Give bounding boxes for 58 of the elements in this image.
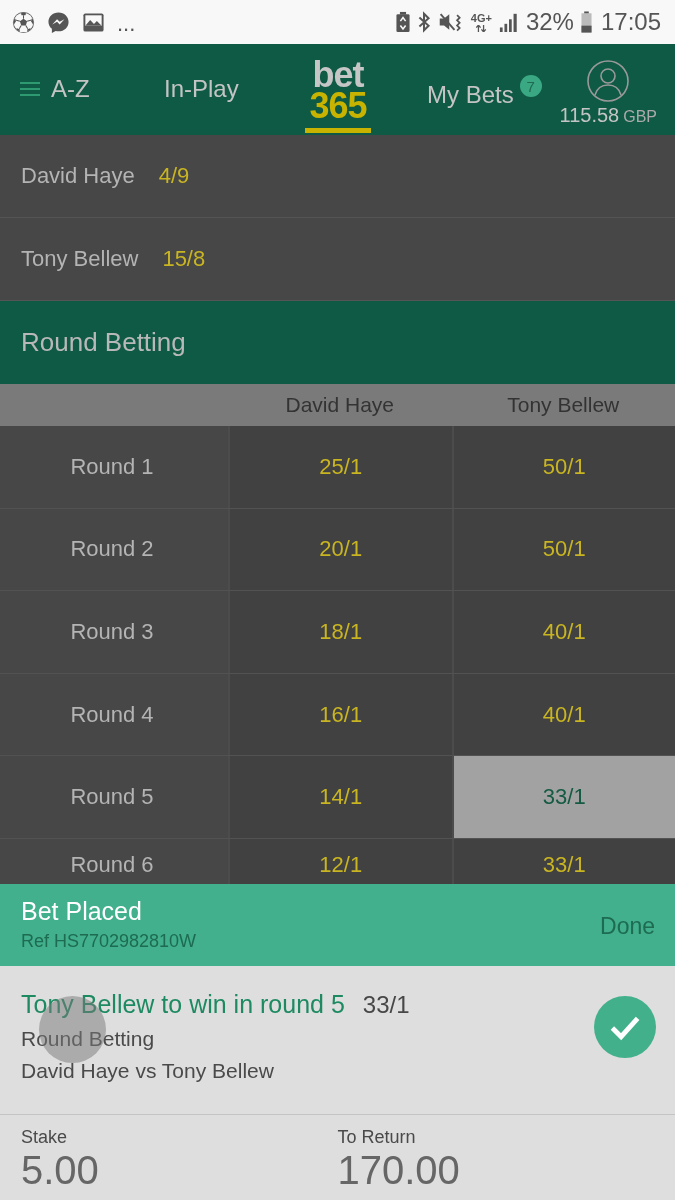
nav-link[interactable]: A-Z	[51, 75, 90, 104]
odds-price[interactable]: 15/8	[162, 246, 206, 272]
odds-cell[interactable]: 20/1	[230, 508, 452, 591]
balance-amount: 115.58	[559, 104, 620, 127]
bet365-logo[interactable]: bet 365	[305, 59, 371, 134]
battery-saver-icon	[395, 11, 410, 33]
odds-cell[interactable]: 12/1	[230, 838, 452, 884]
signal-icon	[498, 12, 519, 32]
nav-link[interactable]: My Bets	[427, 81, 514, 110]
market-text: Round Betting	[21, 1026, 155, 1051]
section-header[interactable]: Round Betting	[0, 301, 675, 384]
chat-bubble-icon	[47, 10, 70, 34]
return-label: To Return	[337, 1126, 416, 1148]
column-header: David Haye	[285, 393, 395, 417]
stake-value: 5.00	[21, 1147, 99, 1192]
stake-label: Stake	[21, 1126, 68, 1148]
odds-cell[interactable]: 25/1	[230, 426, 452, 508]
banner-title: Bet Placed	[21, 897, 142, 927]
more-notifications: ...	[117, 10, 136, 35]
image-icon	[82, 10, 105, 34]
network-type: 4G+	[470, 12, 492, 24]
battery-icon	[580, 11, 592, 33]
round-label: Round 5	[0, 756, 228, 838]
odds-cell[interactable]: 33/1	[453, 838, 675, 884]
selection-text: Tony Bellew to win in round 5	[21, 989, 345, 1019]
menu-icon[interactable]	[20, 81, 40, 98]
odds-cell[interactable]: 18/1	[230, 591, 452, 673]
odds-cell[interactable]: 14/1	[230, 756, 452, 838]
odds-cell[interactable]: 40/1	[453, 673, 675, 756]
soccer-ball-icon	[12, 10, 35, 34]
bets-count-badge: 7	[519, 75, 542, 98]
fighter-name: David Haye	[21, 163, 135, 189]
bluetooth-icon	[416, 11, 431, 33]
nav-link[interactable]: In-Play	[164, 75, 305, 104]
odds-cell[interactable]: 50/1	[453, 508, 675, 591]
round-label: Round 6	[0, 838, 228, 884]
odds-cell[interactable]: 16/1	[230, 673, 452, 756]
odds-cell[interactable]: 50/1	[453, 426, 675, 508]
event-text: David Haye vs Tony Bellew	[21, 1058, 274, 1083]
balance-currency: GBP	[623, 108, 657, 126]
check-icon	[594, 995, 656, 1058]
odds-price[interactable]: 4/9	[158, 163, 190, 189]
muted-speaker-icon	[437, 11, 464, 33]
column-header: Tony Bellew	[507, 393, 620, 417]
odds-cell[interactable]: 33/1	[453, 756, 675, 838]
round-label: Round 2	[0, 508, 228, 591]
clock-time: 17:05	[600, 10, 661, 34]
fighter-name: Tony Bellew	[21, 246, 139, 272]
return-value: 170.00	[337, 1147, 460, 1192]
odds-cell[interactable]: 40/1	[453, 591, 675, 673]
battery-percent: 32%	[525, 10, 574, 34]
round-label: Round 3	[0, 591, 228, 673]
account-icon[interactable]	[587, 60, 630, 102]
data-arrows-icon	[475, 24, 488, 32]
round-label: Round 1	[0, 426, 228, 508]
bet-reference: Ref HS7702982810W	[21, 931, 197, 953]
price-text: 33/1	[362, 990, 410, 1019]
round-label: Round 4	[0, 673, 228, 756]
